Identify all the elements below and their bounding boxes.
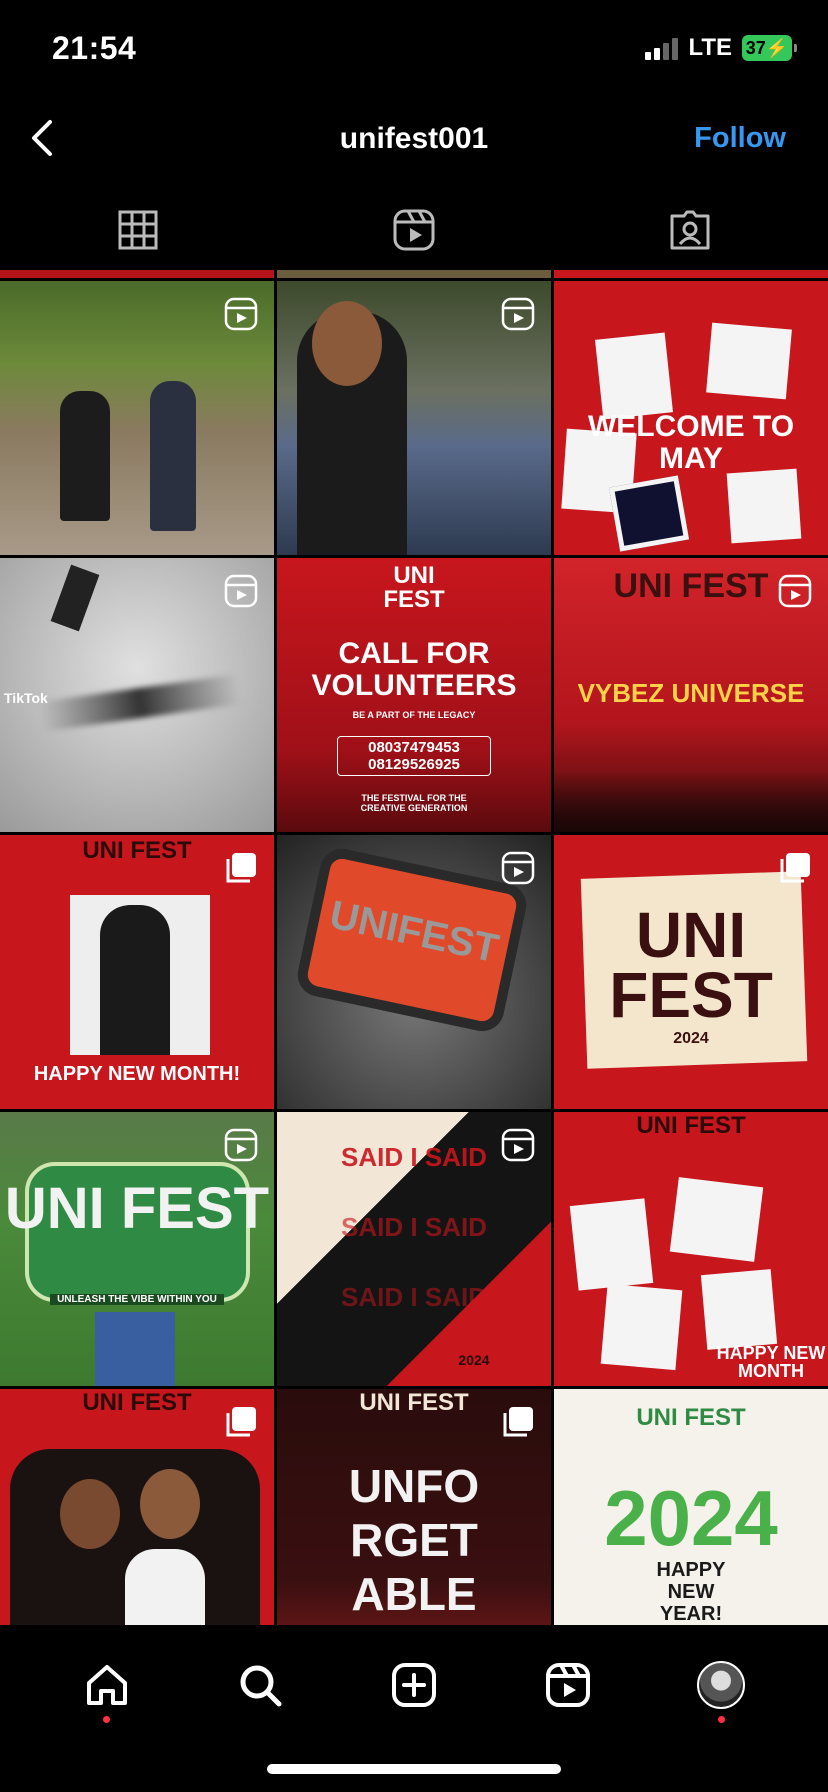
- partial-row: [0, 270, 828, 278]
- post-caption: CALL FOR VOLUNTEERS: [311, 637, 517, 702]
- posts-tiles: WELCOME TO MAY TikTok UNI FEST CALL FOR V…: [0, 281, 828, 1625]
- notification-dot: [717, 1716, 725, 1723]
- post-caption: UNFO RGET ABLE: [348, 1460, 480, 1620]
- post-tile[interactable]: UNI FEST CALL FOR VOLUNTEERS BE A PART OF…: [277, 558, 551, 832]
- post-tile[interactable]: [0, 281, 274, 555]
- post-caption: VYBEZ UNIVERSE: [577, 678, 805, 708]
- post-tile[interactable]: SAID I SAID SAID I SAID SAID I SAID 2024: [277, 1112, 551, 1386]
- post-caption: HAPPY NEW MONTH: [716, 1343, 826, 1381]
- carousel-badge-icon: [503, 1407, 533, 1437]
- post-subcaption: 2024: [673, 1030, 709, 1047]
- post-caption: UNI FEST: [4, 1176, 270, 1241]
- battery-level: 37: [745, 37, 766, 58]
- profile-avatar: [697, 1661, 746, 1709]
- reel-badge-icon: [501, 851, 535, 885]
- nav-search[interactable]: [230, 1655, 290, 1715]
- reel-badge-icon: [224, 1128, 258, 1162]
- nav-profile[interactable]: [691, 1655, 751, 1723]
- post-tile[interactable]: TikTok: [0, 558, 274, 832]
- profile-header: unifest001 Follow: [0, 100, 828, 180]
- reel-badge-icon: [501, 1128, 535, 1162]
- tab-reels[interactable]: [276, 190, 552, 270]
- post-brand: UNI FEST: [636, 1112, 746, 1139]
- reel-badge-icon: [501, 297, 535, 331]
- grid-icon: [118, 210, 158, 250]
- post-phones: 08037479453 08129526925: [337, 736, 491, 776]
- status-bar: 21:54 LTE 37 ⚡: [0, 0, 828, 100]
- nav-reels[interactable]: [538, 1655, 598, 1715]
- post-tile[interactable]: UNI FEST UNLEASH THE VIBE WITHIN YOU: [0, 1112, 274, 1386]
- post-brand: UNI FEST: [636, 1404, 746, 1431]
- post-tile[interactable]: UNI FEST HAPPY NEW MONTH: [554, 1112, 828, 1386]
- status-indicators: LTE 37 ⚡: [645, 34, 797, 62]
- post-tile[interactable]: UNI FEST UNFO RGET ABLE: [277, 1389, 551, 1625]
- post-tile[interactable]: WELCOME TO MAY: [554, 281, 828, 555]
- post-tile[interactable]: UNIFEST: [277, 835, 551, 1109]
- bottom-nav: [0, 1625, 828, 1792]
- tab-posts-grid[interactable]: [0, 190, 276, 270]
- posts-grid: WELCOME TO MAY TikTok UNI FEST CALL FOR V…: [0, 270, 828, 1625]
- carousel-badge-icon: [226, 1407, 256, 1437]
- follow-button[interactable]: Follow: [694, 122, 786, 155]
- home-indicator[interactable]: [267, 1764, 561, 1774]
- post-tile[interactable]: [277, 281, 551, 555]
- post-caption: UNI FEST: [609, 899, 773, 1031]
- post-subcaption: 2024: [458, 1352, 490, 1368]
- post-footer: THE FESTIVAL FOR THE CREATIVE GENERATION: [360, 793, 468, 813]
- post-tile[interactable]: UNI FEST 2024: [554, 835, 828, 1109]
- post-subcaption: BE A PART OF THE LEGACY: [352, 710, 476, 720]
- reels-icon: [393, 209, 435, 251]
- nav-home[interactable]: [77, 1655, 137, 1723]
- post-caption: HAPPY NEW MONTH!: [33, 1063, 241, 1085]
- reel-badge-icon: [224, 297, 258, 331]
- post-subcaption: HAPPY NEW YEAR!: [656, 1559, 726, 1625]
- network-label: LTE: [688, 34, 732, 61]
- create-icon: [391, 1663, 436, 1707]
- battery-icon: 37 ⚡: [742, 35, 797, 61]
- reels-icon: [545, 1663, 590, 1707]
- carousel-badge-icon: [780, 853, 810, 883]
- tagged-icon: [670, 210, 710, 250]
- search-icon: [240, 1665, 282, 1707]
- signal-icon: [645, 36, 679, 60]
- post-subcaption: UNLEASH THE VIBE WITHIN YOU: [50, 1294, 224, 1305]
- profile-tabs: [0, 190, 828, 270]
- home-icon: [86, 1665, 127, 1705]
- post-tile[interactable]: UNI FEST HAPPY NEW MONTH!: [0, 835, 274, 1109]
- post-tile[interactable]: UNI FEST VYBEZ UNIVERSE: [554, 558, 828, 832]
- tab-tagged[interactable]: [552, 190, 828, 270]
- notification-dot: [103, 1716, 111, 1723]
- post-caption: 2024: [604, 1474, 778, 1562]
- post-tile[interactable]: UNI FEST: [0, 1389, 274, 1625]
- status-time: 21:54: [52, 30, 137, 66]
- post-caption: WELCOME TO MAY: [587, 410, 795, 475]
- nav-create[interactable]: [384, 1655, 444, 1715]
- reel-badge-icon: [778, 574, 812, 608]
- post-caption: TikTok: [4, 690, 48, 706]
- carousel-badge-icon: [226, 853, 256, 883]
- reel-badge-icon: [224, 574, 258, 608]
- post-tile[interactable]: UNI FEST 2024 HAPPY NEW YEAR!: [554, 1389, 828, 1625]
